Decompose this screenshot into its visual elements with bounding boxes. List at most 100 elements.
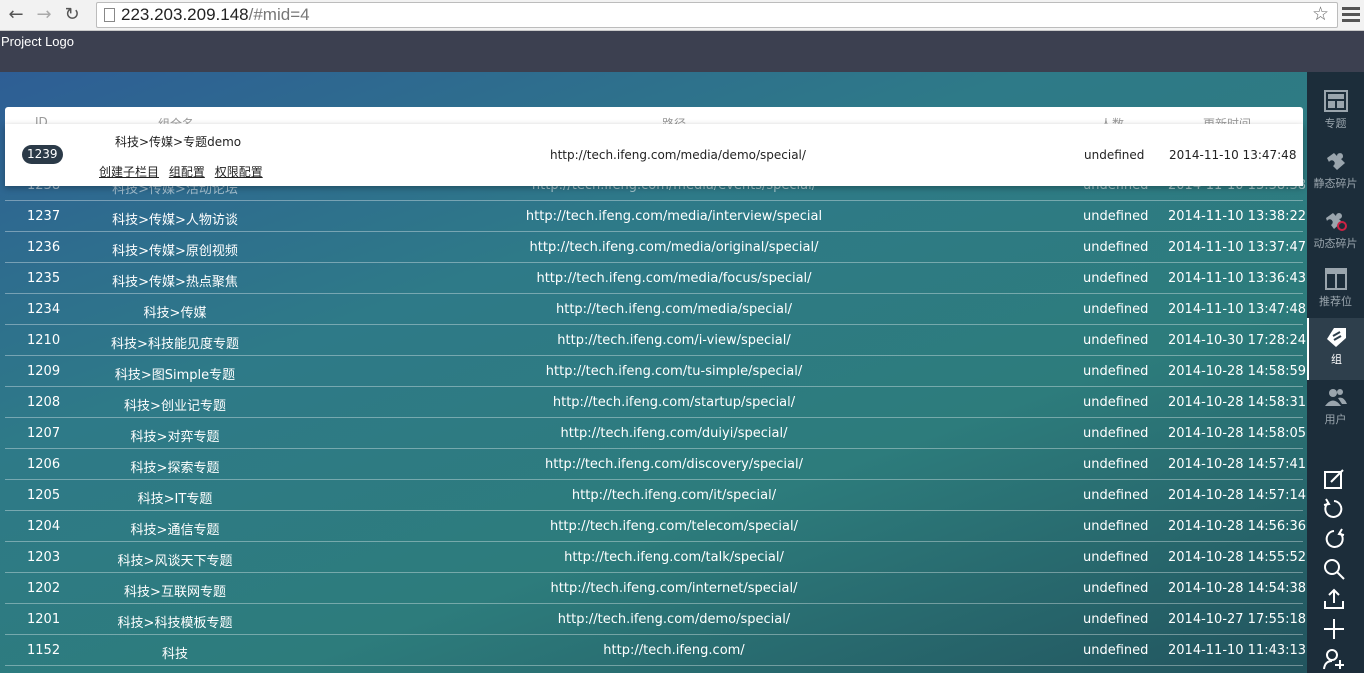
layout-icon: [1323, 90, 1348, 112]
plus-icon[interactable]: [1322, 618, 1346, 642]
permission-config-link[interactable]: 权限配置: [215, 165, 263, 179]
project-logo[interactable]: Project Logo: [1, 34, 74, 49]
sidebar-label: 推荐位: [1319, 295, 1352, 308]
cell-name: 科技>IT专题: [137, 492, 213, 507]
cell-time: 2014-10-28 14:55:52: [1168, 550, 1307, 565]
sidebar-label: 静态碎片: [1313, 177, 1358, 190]
table-row[interactable]: 1208 科技>创业记专题 http://tech.ifeng.com/startu…: [5, 387, 1307, 418]
sidebar-item-static-fragment[interactable]: 静态碎片: [1307, 142, 1364, 204]
rotate-right-icon[interactable]: [1322, 528, 1346, 552]
add-user-icon[interactable]: [1322, 648, 1346, 672]
cell-name: 科技>风谈天下专题: [117, 554, 233, 569]
table-row[interactable]: 1210 科技>科技能见度专题 http://tech.ifeng.com/i-vi…: [5, 325, 1307, 356]
cell-time: 2014-10-28 14:57:14: [1168, 488, 1307, 503]
cell-id: 1236: [27, 240, 61, 255]
group-path: http://tech.ifeng.com/media/demo/special…: [550, 148, 806, 162]
table-row[interactable]: 1207 科技>对弈专题 http://tech.ifeng.com/duiyi/s…: [5, 418, 1307, 449]
cell-id: 1152: [27, 643, 61, 658]
cell-time: 2014-10-28 14:58:05: [1168, 426, 1307, 441]
url-path: /#mid=4: [248, 5, 310, 24]
upload-icon[interactable]: [1322, 588, 1346, 612]
forward-arrow-icon[interactable]: →: [32, 3, 56, 27]
rotate-left-icon[interactable]: [1322, 498, 1346, 522]
cell-time: 2014-10-28 14:58:31: [1168, 395, 1307, 410]
columns-icon: [1324, 268, 1347, 290]
cell-id: 1210: [27, 333, 61, 348]
cell-id: 1234: [27, 302, 61, 317]
table-row[interactable]: 1205 科技>IT专题 http://tech.ifeng.com/it/spec…: [5, 480, 1307, 511]
cell-id: 1237: [27, 209, 61, 224]
table-row[interactable]: 1235 科技>传媒>热点聚焦 http://tech.ifeng.com/medi…: [5, 263, 1307, 294]
cell-id: 1207: [27, 426, 61, 441]
cell-path: http://tech.ifeng.com/i-view/special/: [557, 333, 791, 348]
edit-icon[interactable]: [1322, 468, 1346, 492]
users-icon: [1324, 389, 1347, 406]
group-count: undefined: [1084, 148, 1145, 162]
cell-count: undefined: [1083, 240, 1149, 255]
cell-name: 科技>传媒>人物访谈: [112, 213, 238, 228]
cell-name: 科技>创业记专题: [124, 399, 226, 414]
table-row[interactable]: 1201 科技>科技模板专题 http://tech.ifeng.com/demo/…: [5, 604, 1306, 635]
cell-count: undefined: [1083, 426, 1149, 441]
table-row[interactable]: 1203 科技>风谈天下专题 http://tech.ifeng.com/talk/…: [5, 542, 1307, 573]
cell-time: 2014-10-28 14:54:38: [1168, 581, 1307, 596]
sidebar-item-dynamic-fragment[interactable]: 动态碎片: [1307, 202, 1364, 264]
bookmark-star-icon[interactable]: ☆: [1312, 3, 1329, 25]
right-sidebar: 专题 静态碎片 动态碎片 推荐位 组 用户: [1307, 72, 1364, 673]
cell-time: 2014-10-30 17:28:24: [1168, 333, 1307, 348]
sidebar-item-special[interactable]: 专题: [1307, 82, 1364, 144]
browser-toolbar: ← → ↻ 223.203.209.148/#mid=4 ☆: [0, 0, 1364, 31]
cell-name: 科技>图Simple专题: [114, 368, 236, 383]
create-subcolumn-link[interactable]: 创建子栏目: [99, 165, 159, 179]
cell-name: 科技>传媒>热点聚焦: [112, 275, 238, 290]
cell-id: 1204: [27, 519, 61, 534]
cell-name: 科技>探索专题: [130, 461, 220, 476]
cell-count: undefined: [1083, 488, 1149, 503]
cell-time: 2014-11-10 13:38:22: [1168, 209, 1307, 224]
table-row[interactable]: 1204 科技>通信专题 http://tech.ifeng.com/telecom…: [5, 511, 1306, 542]
sidebar-item-recommend[interactable]: 推荐位: [1307, 260, 1364, 322]
cell-time: 2014-10-28 14:58:59: [1168, 364, 1307, 379]
reload-icon[interactable]: ↻: [60, 3, 84, 27]
cell-path: http://tech.ifeng.com/it/special/: [571, 488, 777, 503]
table-row[interactable]: 1206 科技>探索专题 http://tech.ifeng.com/discove…: [5, 449, 1307, 480]
cell-count: undefined: [1083, 550, 1149, 565]
table-row[interactable]: 1234 科技>传媒 http://tech.ifeng.com/media/spe…: [5, 294, 1307, 325]
row-actions: 创建子栏目 组配置 权限配置: [99, 163, 269, 180]
cell-time: 2014-10-28 14:57:41: [1168, 457, 1307, 472]
group-time: 2014-11-10 13:47:48: [1169, 148, 1297, 162]
cell-id: 1203: [27, 550, 61, 565]
cell-count: undefined: [1083, 581, 1149, 596]
browser-menu-icon[interactable]: [1342, 4, 1360, 26]
hovered-row-card[interactable]: 1239 科技>传媒>专题demo 创建子栏目 组配置 权限配置 http://…: [5, 124, 1303, 186]
page-icon: [104, 8, 115, 22]
cell-path: http://tech.ifeng.com/: [603, 643, 745, 658]
cell-time: 2014-11-10 11:43:13: [1168, 643, 1307, 658]
cell-name: 科技>通信专题: [130, 523, 220, 538]
cell-time: 2014-11-10 13:36:43: [1168, 271, 1307, 286]
sidebar-item-group[interactable]: 组: [1307, 318, 1364, 380]
url-text[interactable]: 223.203.209.148/#mid=4: [121, 5, 310, 25]
puzzle-icon: [1326, 153, 1345, 170]
cell-id: 1209: [27, 364, 61, 379]
address-bar[interactable]: 223.203.209.148/#mid=4 ☆: [96, 2, 1338, 28]
url-host: 223.203.209.148: [121, 5, 249, 24]
table-row[interactable]: 1202 科技>互联网专题 http://tech.ifeng.com/intern…: [5, 573, 1307, 604]
search-icon[interactable]: [1322, 558, 1346, 582]
group-config-link[interactable]: 组配置: [169, 165, 205, 179]
sidebar-item-users[interactable]: 用户: [1307, 378, 1364, 440]
sidebar-label: 动态碎片: [1313, 237, 1358, 250]
cell-path: http://tech.ifeng.com/media/special/: [555, 302, 793, 317]
cell-count: undefined: [1083, 364, 1149, 379]
cell-id: 1202: [27, 581, 61, 596]
back-arrow-icon[interactable]: ←: [4, 3, 28, 27]
table-row[interactable]: 1209 科技>图Simple专题 http://tech.ifeng.com/tu…: [5, 356, 1307, 387]
cell-path: http://tech.ifeng.com/internet/special/: [550, 581, 798, 596]
table-row[interactable]: 1237 科技>传媒>人物访谈 http://tech.ifeng.com/medi…: [5, 201, 1307, 232]
cell-time: 2014-11-10 13:47:48: [1168, 302, 1307, 317]
cell-time: 2014-11-10 13:37:47: [1168, 240, 1307, 255]
table-row[interactable]: 1152 科技 http://tech.ifeng.com/undefined 201…: [5, 635, 1307, 666]
group-name: 科技>传媒>专题demo: [115, 135, 242, 149]
cell-path: http://tech.ifeng.com/telecom/special/: [550, 519, 798, 534]
table-row[interactable]: 1236 科技>传媒>原创视频 http://tech.ifeng.com/medi…: [5, 232, 1307, 263]
